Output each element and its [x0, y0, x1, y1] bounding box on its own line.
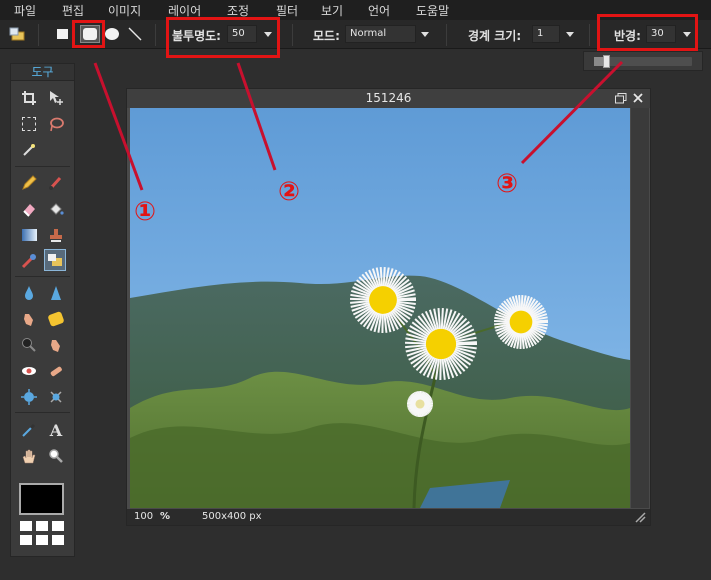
image-canvas[interactable]	[130, 108, 630, 508]
vertical-scrollbar[interactable]	[631, 108, 649, 508]
sharpen-tool-icon[interactable]	[45, 282, 67, 304]
maximize-icon[interactable]	[615, 93, 627, 104]
menu-adjust[interactable]: 조정	[227, 2, 249, 19]
crop-tool-icon[interactable]	[18, 87, 40, 109]
image-window: 151246 100 % 500x400 px	[126, 88, 651, 526]
spot-heal-tool-icon[interactable]	[45, 360, 67, 382]
radius-slider-popup	[583, 51, 703, 71]
pinch-tool-icon[interactable]	[45, 386, 67, 408]
gradient-tool-icon[interactable]	[18, 224, 40, 246]
menu-filter[interactable]: 필터	[276, 2, 298, 19]
burn-tool-icon[interactable]	[45, 334, 67, 356]
sponge-tool-icon[interactable]	[45, 308, 67, 330]
highlight-box-1	[72, 20, 105, 48]
grid-cell-4[interactable]	[20, 535, 32, 545]
menu-file[interactable]: 파일	[14, 2, 36, 19]
grid-cell-5[interactable]	[36, 535, 48, 545]
close-icon[interactable]	[632, 92, 644, 104]
tool-panel: 도구 A	[10, 63, 75, 557]
mode-select[interactable]: Normal	[345, 25, 416, 43]
image-window-titlebar[interactable]: 151246	[127, 89, 650, 108]
primary-color-swatch[interactable]	[19, 483, 64, 515]
line-icon	[128, 27, 142, 41]
text-tool-icon[interactable]: A	[45, 419, 67, 441]
highlight-box-2	[166, 17, 280, 58]
menu-edit[interactable]: 편집	[62, 2, 84, 19]
eraser-tool-icon[interactable]	[18, 198, 40, 220]
menu-language[interactable]: 언어	[368, 2, 390, 19]
smudge-tool-icon[interactable]	[18, 308, 40, 330]
lasso-tool-icon[interactable]	[45, 113, 67, 135]
annotation-2: ②	[278, 177, 301, 207]
annotation-1: ①	[134, 197, 157, 227]
clone-stamp-tool-icon[interactable]	[45, 224, 67, 246]
grid-cell-6[interactable]	[52, 535, 64, 545]
menu-view[interactable]: 보기	[321, 2, 343, 19]
options-toolbar: 불투명도: 50 모드: Normal 경계 크기: 1 반경: 30	[0, 14, 711, 58]
radius-slider[interactable]	[594, 55, 692, 68]
move-tool-icon[interactable]	[45, 87, 67, 109]
grid-cell-2[interactable]	[36, 521, 48, 531]
menu-layer[interactable]: 레이어	[168, 2, 201, 19]
red-eye-tool-icon[interactable]	[18, 360, 40, 382]
daisy-flower	[406, 390, 434, 418]
bloat-tool-icon[interactable]	[18, 386, 40, 408]
border-size-dropdown-icon[interactable]	[566, 32, 574, 37]
dodge-tool-icon[interactable]	[18, 334, 40, 356]
line-shape-button[interactable]	[127, 26, 143, 42]
current-tool-icon	[9, 26, 25, 42]
color-replace-tool-icon[interactable]	[18, 250, 40, 272]
mode-label: 모드:	[313, 29, 340, 43]
zoom-value[interactable]: 100	[134, 509, 153, 525]
magic-wand-tool-icon[interactable]	[18, 139, 40, 161]
pencil-tool-icon[interactable]	[18, 172, 40, 194]
rectangle-shape-button[interactable]	[57, 29, 69, 40]
radius-slider-thumb[interactable]	[602, 55, 610, 68]
grid-cell-1[interactable]	[20, 521, 32, 531]
menu-image[interactable]: 이미지	[108, 2, 141, 19]
mode-dropdown-icon[interactable]	[421, 32, 429, 37]
menu-help[interactable]: 도움말	[416, 2, 449, 19]
zoom-tool-icon[interactable]	[45, 445, 67, 467]
image-status-bar: 100 % 500x400 px	[127, 509, 650, 525]
ellipse-icon	[105, 28, 119, 40]
image-dimensions: 500x400 px	[202, 511, 262, 522]
color-picker-tool-icon[interactable]	[18, 419, 40, 441]
drawing-tool-icon[interactable]	[44, 249, 66, 271]
marquee-tool-icon[interactable]	[18, 113, 40, 135]
rectangle-icon	[57, 29, 68, 39]
tool-panel-title: 도구	[11, 64, 74, 81]
ellipse-shape-button[interactable]	[105, 28, 120, 41]
hand-tool-icon[interactable]	[18, 445, 40, 467]
radius-slider-fill	[594, 57, 603, 66]
brush-tool-icon[interactable]	[45, 172, 67, 194]
blur-tool-icon[interactable]	[18, 282, 40, 304]
resize-grip-icon[interactable]	[635, 512, 646, 523]
border-size-label: 경계 크기:	[468, 29, 522, 43]
zoom-unit: %	[160, 511, 171, 522]
highlight-box-3	[597, 14, 698, 51]
border-size-field[interactable]: 1	[532, 25, 560, 43]
grid-cell-3[interactable]	[52, 521, 64, 531]
image-title: 151246	[365, 91, 412, 105]
paint-bucket-tool-icon[interactable]	[45, 198, 67, 220]
photo-image	[130, 108, 630, 508]
annotation-3: ③	[496, 169, 519, 199]
